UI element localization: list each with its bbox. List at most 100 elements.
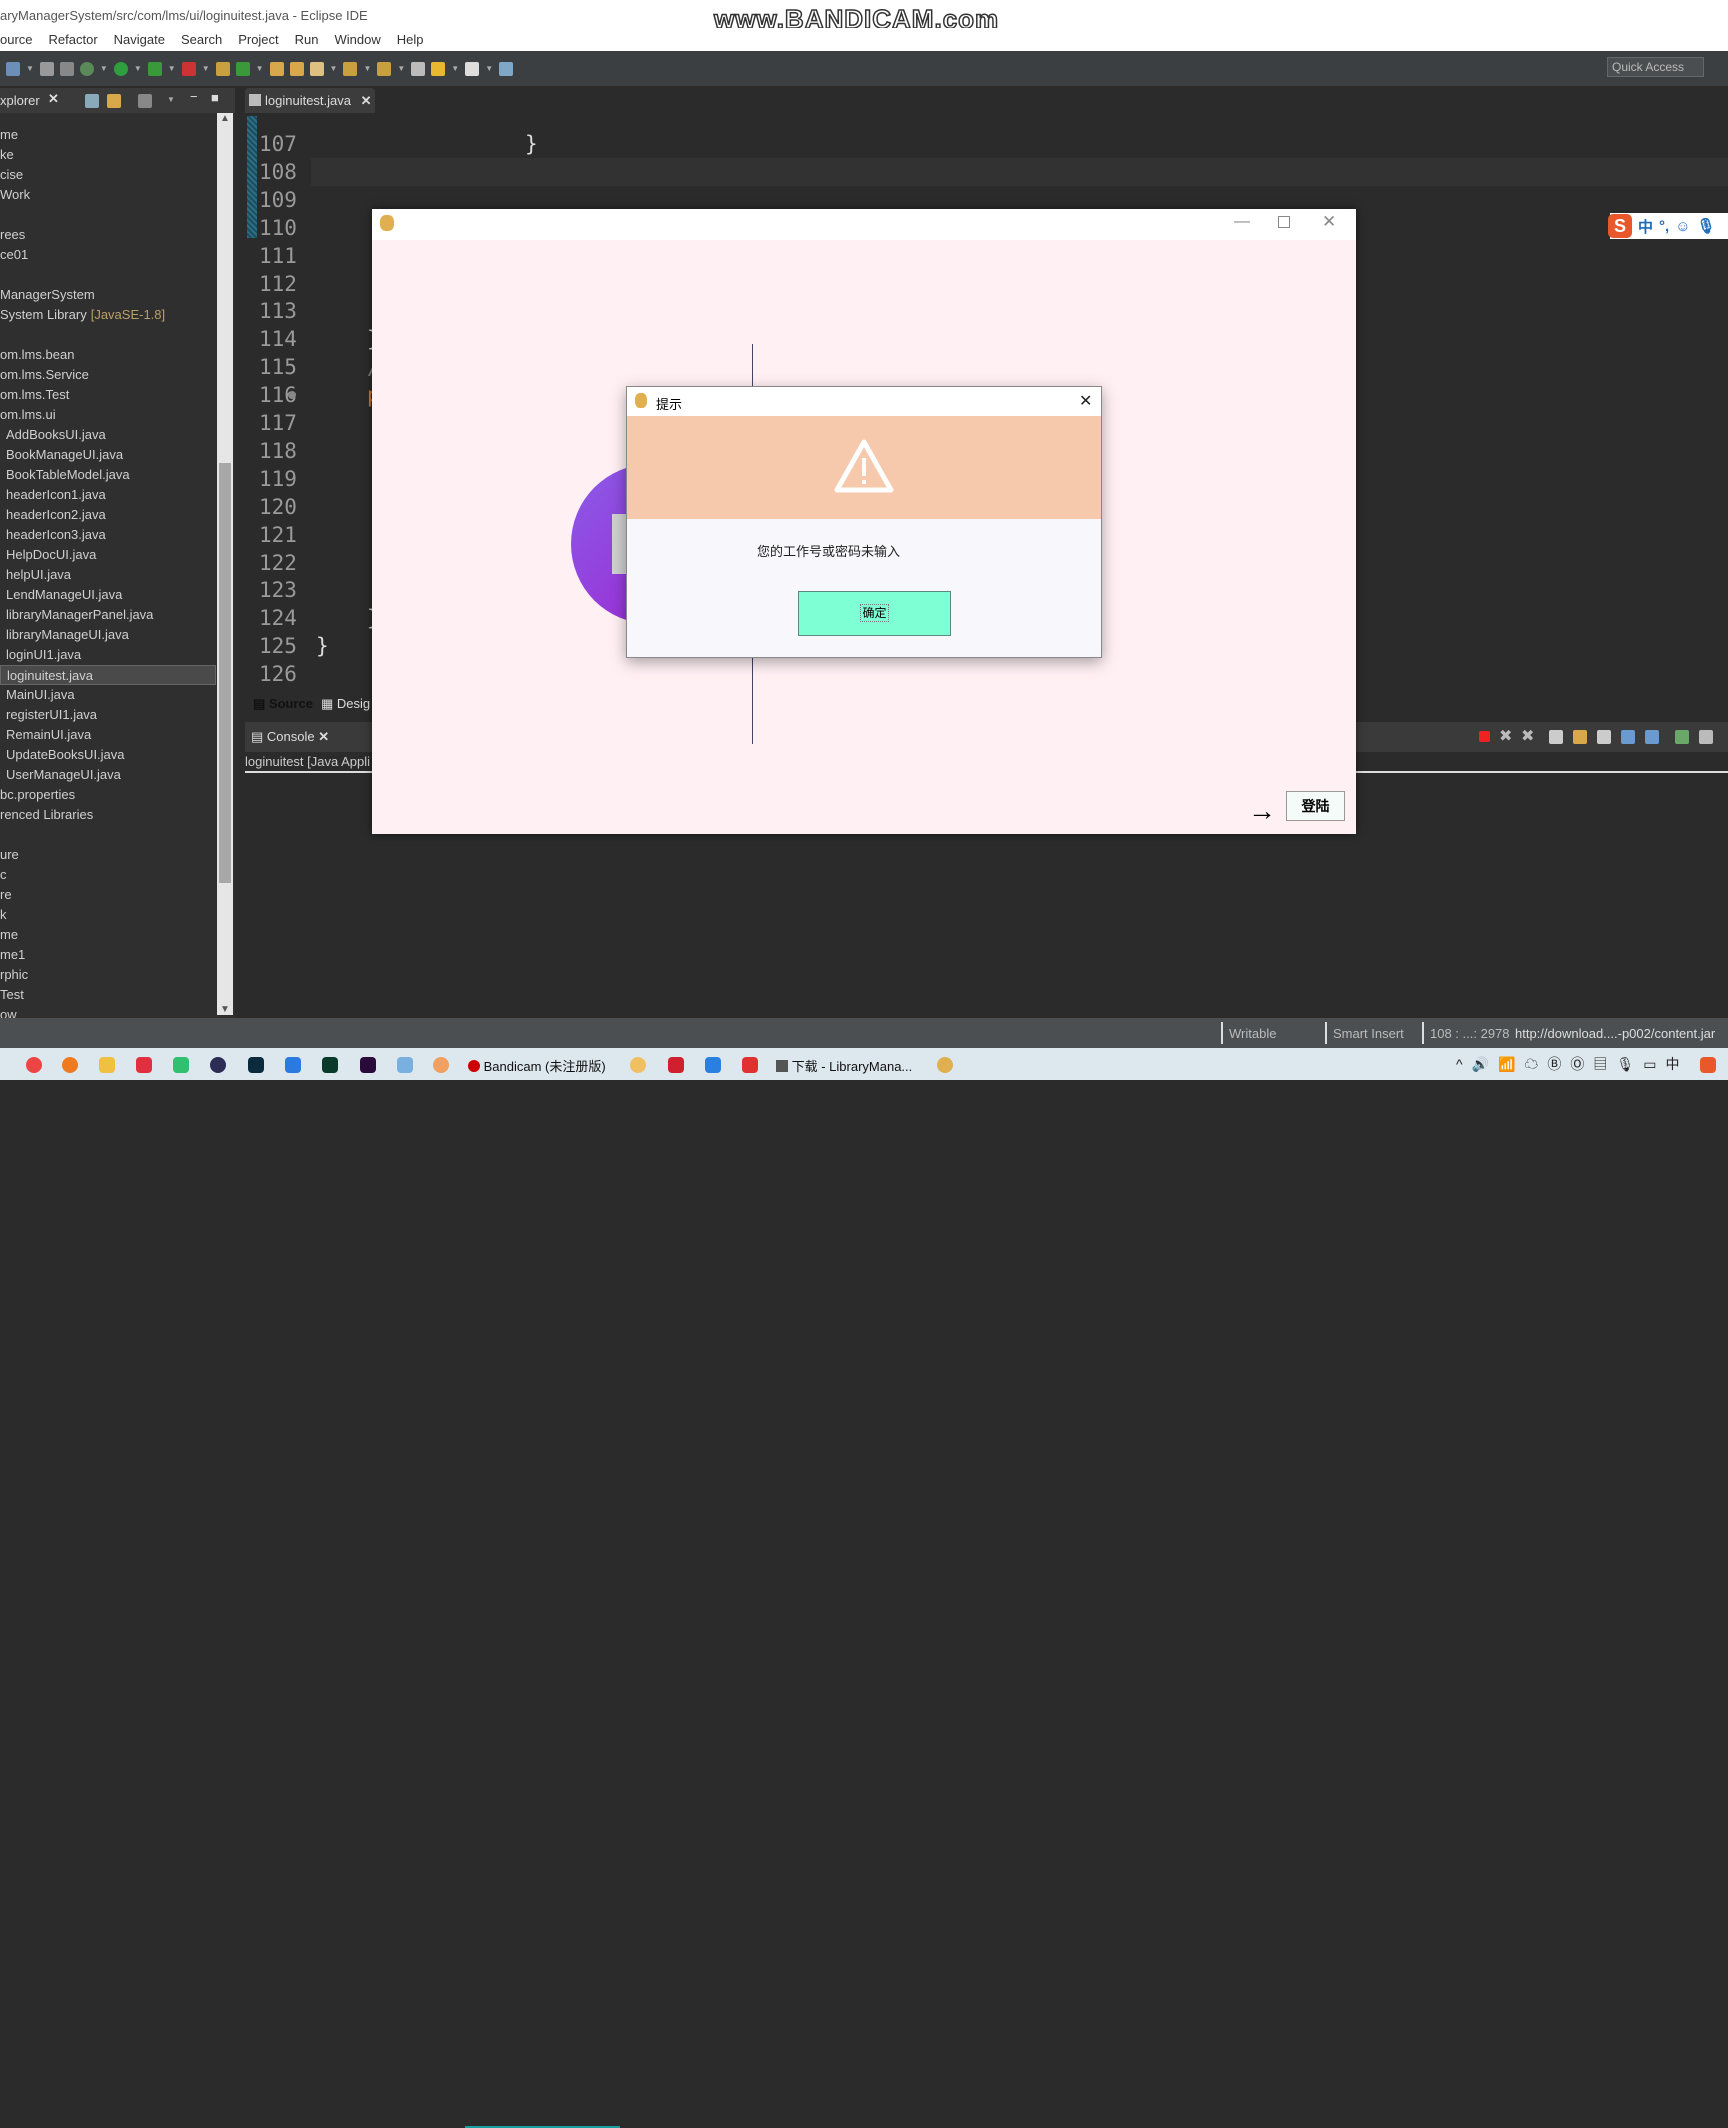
next-annotation-icon[interactable] [343,61,358,76]
explorer-item[interactable]: registerUI1.java [0,705,216,725]
debug-icon[interactable] [79,61,94,76]
show-on-stdout-icon[interactable] [1621,730,1635,744]
kugou-icon[interactable] [285,1057,301,1073]
clear-console-icon[interactable] [1549,730,1563,744]
app-icon[interactable] [630,1057,646,1073]
editor-tab[interactable]: loginuitest.java ✕ [245,88,375,113]
external-tools-icon[interactable] [181,61,196,76]
minimize-button[interactable]: — [1234,213,1250,231]
login-button[interactable]: 登陆 [1286,791,1345,821]
explorer-item[interactable]: me [0,125,216,145]
terminate-icon[interactable] [1479,731,1490,742]
new-class-icon[interactable] [235,61,250,76]
menu-run[interactable]: Run [295,28,327,52]
remove-launch-icon[interactable]: ✖ [1499,726,1512,746]
taskbar-java-window[interactable]: 下载 - LibraryMana... [776,1056,912,1075]
menu-project[interactable]: Project [238,28,286,52]
quick-access-input[interactable]: Quick Access [1607,57,1704,77]
prev-annotation-icon[interactable] [377,61,392,76]
explorer-item[interactable]: Work [0,185,216,205]
word-wrap-icon[interactable] [1597,730,1611,744]
explorer-item[interactable]: ManagerSystem [0,285,216,305]
show-on-stderr-icon[interactable] [1645,730,1659,744]
explorer-item[interactable]: re [0,885,216,905]
ime-language[interactable]: 中 [1638,216,1653,237]
explorer-item[interactable]: loginUI1.java [0,645,216,665]
close-icon[interactable]: ✕ [48,91,59,107]
explorer-item[interactable]: renced Libraries [0,805,216,825]
app-icon[interactable] [136,1057,152,1073]
app-icon[interactable] [397,1057,413,1073]
premiere-icon[interactable] [360,1057,376,1073]
maximize-button[interactable] [1278,216,1290,228]
minimize-icon[interactable]: − [190,89,198,104]
close-icon[interactable]: ✕ [361,93,372,108]
explorer-item[interactable]: helpUI.java [0,565,216,585]
open-resource-icon[interactable] [289,61,304,76]
forward-icon[interactable] [465,61,480,76]
save-icon[interactable] [39,61,54,76]
explorer-item[interactable]: headerIcon1.java [0,485,216,505]
menu-refactor[interactable]: Refactor [49,28,106,52]
explorer-item[interactable]: headerIcon2.java [0,505,216,525]
explorer-item[interactable]: me1 [0,945,216,965]
open-type-icon[interactable] [269,61,284,76]
link-editor-icon[interactable] [107,94,121,108]
pin-console-icon[interactable] [1675,730,1689,744]
search-icon[interactable] [309,61,324,76]
last-edit-icon[interactable] [411,61,426,76]
explorer-item[interactable]: bc.properties [0,785,216,805]
explorer-item[interactable]: ce01 [0,245,216,265]
ime-toolbar[interactable]: S 中 °, ☺ 🎙 [1608,213,1728,239]
filter-icon[interactable] [138,94,152,108]
app-icon[interactable] [705,1057,721,1073]
app-icon[interactable] [99,1057,115,1073]
run-icon[interactable] [113,61,128,76]
explorer-item[interactable]: MainUI.java [0,685,216,705]
audition-icon[interactable] [322,1057,338,1073]
tab-source[interactable]: ▤ Source [253,696,313,712]
explorer-item[interactable]: om.lms.bean [0,345,216,365]
display-console-icon[interactable] [1699,730,1713,744]
microphone-icon[interactable]: 🎙 [1697,217,1716,235]
explorer-item[interactable]: BookTableModel.java [0,465,216,485]
ime-punctuation[interactable]: °, [1659,218,1669,235]
explorer-item[interactable]: libraryManagerPanel.java [0,605,216,625]
explorer-scrollbar[interactable]: ▲ ▼ [217,113,233,1015]
sogou-tray-icon[interactable] [1700,1057,1716,1073]
explorer-item[interactable]: k [0,905,216,925]
explorer-item[interactable]: ure [0,845,216,865]
scrollbar-thumb[interactable] [219,463,231,883]
explorer-item[interactable]: AddBooksUI.java [0,425,216,445]
java-app-icon[interactable] [937,1057,953,1073]
menu-navigate[interactable]: Navigate [114,28,173,52]
remove-all-icon[interactable]: ✖ [1521,726,1534,746]
eclipse-icon[interactable] [210,1057,226,1073]
scroll-up-icon[interactable]: ▲ [220,113,230,124]
menu-window[interactable]: Window [335,28,389,52]
explorer-tab[interactable]: xplorer [0,93,40,108]
explorer-item[interactable]: ke [0,145,216,165]
chrome-icon[interactable] [26,1057,42,1073]
photoshop-icon[interactable] [248,1057,264,1073]
explorer-item[interactable]: cise [0,165,216,185]
explorer-item[interactable]: libraryManageUI.java [0,625,216,645]
explorer-item[interactable]: headerIcon3.java [0,525,216,545]
scroll-down-icon[interactable]: ▼ [220,1004,230,1015]
system-tray[interactable]: ^🔊📶☁ⒷⓄ▤🎙▭中 [1456,1054,1688,1074]
explorer-item[interactable]: om.lms.ui [0,405,216,425]
scroll-lock-icon[interactable] [1573,730,1587,744]
collapse-all-icon[interactable] [85,94,99,108]
save-all-icon[interactable] [59,61,74,76]
explorer-item[interactable]: System Library [JavaSE-1.8] [0,305,216,325]
explorer-item[interactable]: Test [0,985,216,1005]
explorer-item[interactable]: om.lms.Service [0,365,216,385]
new-package-icon[interactable] [215,61,230,76]
coverage-icon[interactable] [147,61,162,76]
taskbar-bandicam[interactable]: Bandicam (未注册版) [468,1056,606,1075]
explorer-item[interactable]: om.lms.Test [0,385,216,405]
wechat-icon[interactable] [173,1057,189,1073]
explorer-item[interactable]: LendManageUI.java [0,585,216,605]
back-icon[interactable] [431,61,446,76]
tab-console[interactable]: ▤ Console ✕ [251,729,329,745]
